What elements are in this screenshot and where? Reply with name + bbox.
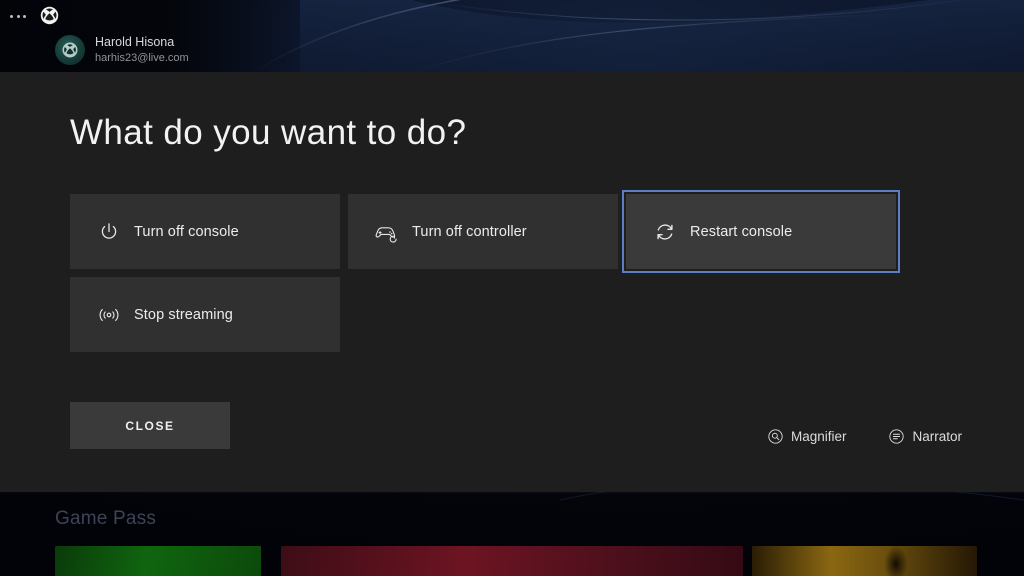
option-turn-off-console[interactable]: Turn off console bbox=[70, 194, 340, 269]
option-label: Stop streaming bbox=[134, 306, 233, 323]
narrator-label: Narrator bbox=[912, 429, 962, 444]
page-title: What do you want to do? bbox=[70, 113, 467, 152]
power-icon bbox=[94, 217, 124, 247]
avatar bbox=[55, 35, 85, 66]
xbox-guide-screen: Game Pass Harold Hisona harhis23@live.co… bbox=[0, 0, 1024, 576]
profile-summary[interactable]: Harold Hisona harhis23@live.com bbox=[55, 35, 189, 66]
game-tile[interactable] bbox=[55, 546, 261, 576]
close-button[interactable]: CLOSE bbox=[70, 402, 230, 449]
option-grid: Turn off console Turn off controller Res… bbox=[70, 190, 910, 360]
grid-spacer bbox=[348, 277, 618, 352]
option-row: Stop streaming bbox=[70, 277, 910, 352]
game-tile-strip bbox=[0, 546, 1024, 576]
option-stop-streaming[interactable]: Stop streaming bbox=[70, 277, 340, 352]
grid-spacer bbox=[626, 277, 896, 352]
narrator-icon bbox=[888, 428, 905, 445]
profile-email: harhis23@live.com bbox=[95, 51, 189, 64]
ellipsis-icon[interactable] bbox=[9, 7, 27, 25]
option-row: Turn off console Turn off controller Res… bbox=[70, 190, 910, 273]
magnifier-shortcut[interactable]: Magnifier bbox=[767, 428, 847, 445]
option-label: Turn off console bbox=[134, 223, 239, 240]
accessibility-shortcuts: Magnifier Narrator bbox=[767, 428, 962, 445]
narrator-shortcut[interactable]: Narrator bbox=[888, 428, 962, 445]
game-tile[interactable] bbox=[281, 546, 743, 576]
game-tile[interactable] bbox=[752, 546, 977, 576]
game-pass-row: Game Pass bbox=[0, 492, 1024, 576]
restart-icon bbox=[650, 217, 680, 247]
option-label: Restart console bbox=[690, 223, 793, 240]
profile-name: Harold Hisona bbox=[95, 35, 175, 49]
broadcast-icon bbox=[94, 300, 124, 330]
gamepad-icon bbox=[372, 217, 402, 247]
game-pass-title: Game Pass bbox=[55, 508, 157, 529]
option-label: Turn off controller bbox=[412, 223, 527, 240]
option-turn-off-controller[interactable]: Turn off controller bbox=[348, 194, 618, 269]
power-options-overlay: What do you want to do? Turn off console bbox=[0, 72, 1024, 492]
xbox-logo-icon[interactable] bbox=[40, 6, 59, 25]
magnifier-icon bbox=[767, 428, 784, 445]
top-bar: Harold Hisona harhis23@live.com bbox=[0, 0, 1024, 72]
magnifier-label: Magnifier bbox=[790, 429, 847, 444]
profile-text: Harold Hisona harhis23@live.com bbox=[95, 35, 189, 65]
option-restart-console[interactable]: Restart console bbox=[622, 190, 900, 273]
